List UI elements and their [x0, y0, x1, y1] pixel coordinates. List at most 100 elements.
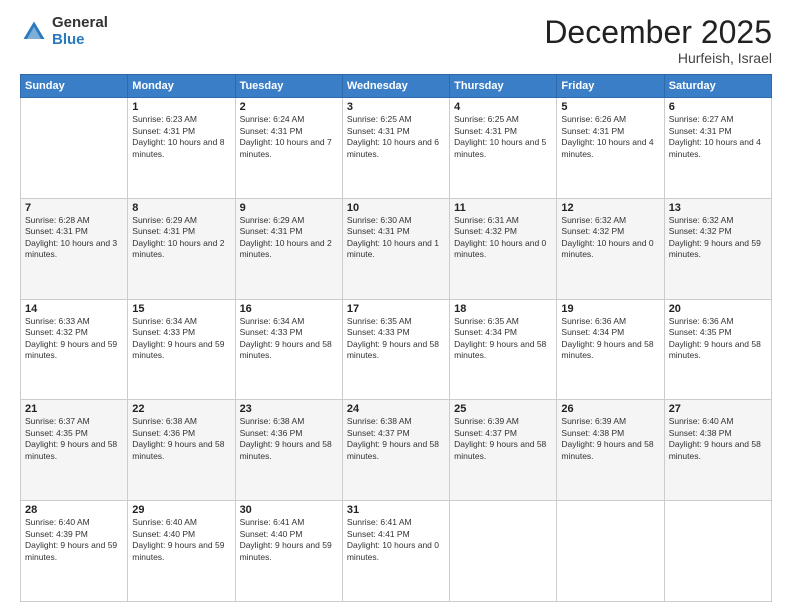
day-of-week-header: Thursday: [450, 75, 557, 98]
calendar-cell: 6Sunrise: 6:27 AM Sunset: 4:31 PM Daylig…: [664, 98, 771, 199]
day-number: 23: [240, 403, 338, 415]
day-detail: Sunrise: 6:26 AM Sunset: 4:31 PM Dayligh…: [561, 114, 659, 160]
calendar-cell: 7Sunrise: 6:28 AM Sunset: 4:31 PM Daylig…: [21, 198, 128, 299]
day-detail: Sunrise: 6:38 AM Sunset: 4:37 PM Dayligh…: [347, 416, 445, 462]
day-detail: Sunrise: 6:25 AM Sunset: 4:31 PM Dayligh…: [454, 114, 552, 160]
day-number: 13: [669, 202, 767, 214]
day-detail: Sunrise: 6:35 AM Sunset: 4:34 PM Dayligh…: [454, 316, 552, 362]
calendar-header-row: SundayMondayTuesdayWednesdayThursdayFrid…: [21, 75, 772, 98]
day-detail: Sunrise: 6:31 AM Sunset: 4:32 PM Dayligh…: [454, 215, 552, 261]
day-detail: Sunrise: 6:29 AM Sunset: 4:31 PM Dayligh…: [240, 215, 338, 261]
day-detail: Sunrise: 6:32 AM Sunset: 4:32 PM Dayligh…: [561, 215, 659, 261]
day-number: 20: [669, 303, 767, 315]
day-detail: Sunrise: 6:40 AM Sunset: 4:39 PM Dayligh…: [25, 517, 123, 563]
day-number: 22: [132, 403, 230, 415]
day-of-week-header: Tuesday: [235, 75, 342, 98]
calendar-cell: 23Sunrise: 6:38 AM Sunset: 4:36 PM Dayli…: [235, 400, 342, 501]
day-detail: Sunrise: 6:27 AM Sunset: 4:31 PM Dayligh…: [669, 114, 767, 160]
calendar-cell: 17Sunrise: 6:35 AM Sunset: 4:33 PM Dayli…: [342, 299, 449, 400]
day-number: 14: [25, 303, 123, 315]
calendar-cell: 21Sunrise: 6:37 AM Sunset: 4:35 PM Dayli…: [21, 400, 128, 501]
calendar-cell: 15Sunrise: 6:34 AM Sunset: 4:33 PM Dayli…: [128, 299, 235, 400]
calendar-cell: 8Sunrise: 6:29 AM Sunset: 4:31 PM Daylig…: [128, 198, 235, 299]
calendar-cell: 28Sunrise: 6:40 AM Sunset: 4:39 PM Dayli…: [21, 501, 128, 602]
calendar-cell: [21, 98, 128, 199]
day-number: 24: [347, 403, 445, 415]
calendar-cell: 14Sunrise: 6:33 AM Sunset: 4:32 PM Dayli…: [21, 299, 128, 400]
calendar-cell: [450, 501, 557, 602]
calendar-cell: 3Sunrise: 6:25 AM Sunset: 4:31 PM Daylig…: [342, 98, 449, 199]
day-detail: Sunrise: 6:25 AM Sunset: 4:31 PM Dayligh…: [347, 114, 445, 160]
day-number: 6: [669, 101, 767, 113]
day-detail: Sunrise: 6:34 AM Sunset: 4:33 PM Dayligh…: [240, 316, 338, 362]
day-detail: Sunrise: 6:39 AM Sunset: 4:37 PM Dayligh…: [454, 416, 552, 462]
day-detail: Sunrise: 6:38 AM Sunset: 4:36 PM Dayligh…: [132, 416, 230, 462]
calendar-cell: 19Sunrise: 6:36 AM Sunset: 4:34 PM Dayli…: [557, 299, 664, 400]
day-detail: Sunrise: 6:33 AM Sunset: 4:32 PM Dayligh…: [25, 316, 123, 362]
day-detail: Sunrise: 6:29 AM Sunset: 4:31 PM Dayligh…: [132, 215, 230, 261]
day-detail: Sunrise: 6:30 AM Sunset: 4:31 PM Dayligh…: [347, 215, 445, 261]
calendar-cell: 29Sunrise: 6:40 AM Sunset: 4:40 PM Dayli…: [128, 501, 235, 602]
day-detail: Sunrise: 6:24 AM Sunset: 4:31 PM Dayligh…: [240, 114, 338, 160]
logo-text: General Blue: [52, 15, 108, 48]
day-number: 21: [25, 403, 123, 415]
calendar-cell: 18Sunrise: 6:35 AM Sunset: 4:34 PM Dayli…: [450, 299, 557, 400]
day-number: 4: [454, 101, 552, 113]
day-number: 9: [240, 202, 338, 214]
day-number: 3: [347, 101, 445, 113]
day-number: 16: [240, 303, 338, 315]
day-number: 19: [561, 303, 659, 315]
calendar-cell: 13Sunrise: 6:32 AM Sunset: 4:32 PM Dayli…: [664, 198, 771, 299]
day-number: 31: [347, 504, 445, 516]
day-detail: Sunrise: 6:40 AM Sunset: 4:40 PM Dayligh…: [132, 517, 230, 563]
calendar-cell: 26Sunrise: 6:39 AM Sunset: 4:38 PM Dayli…: [557, 400, 664, 501]
day-detail: Sunrise: 6:34 AM Sunset: 4:33 PM Dayligh…: [132, 316, 230, 362]
day-number: 29: [132, 504, 230, 516]
day-number: 7: [25, 202, 123, 214]
day-number: 11: [454, 202, 552, 214]
header-right: December 2025 Hurfeish, Israel: [544, 15, 772, 66]
calendar-cell: 22Sunrise: 6:38 AM Sunset: 4:36 PM Dayli…: [128, 400, 235, 501]
calendar-cell: 2Sunrise: 6:24 AM Sunset: 4:31 PM Daylig…: [235, 98, 342, 199]
day-number: 17: [347, 303, 445, 315]
calendar-cell: 9Sunrise: 6:29 AM Sunset: 4:31 PM Daylig…: [235, 198, 342, 299]
logo: General Blue: [20, 15, 108, 48]
calendar-cell: 11Sunrise: 6:31 AM Sunset: 4:32 PM Dayli…: [450, 198, 557, 299]
day-of-week-header: Saturday: [664, 75, 771, 98]
day-number: 18: [454, 303, 552, 315]
calendar-cell: 20Sunrise: 6:36 AM Sunset: 4:35 PM Dayli…: [664, 299, 771, 400]
day-number: 28: [25, 504, 123, 516]
location: Hurfeish, Israel: [544, 50, 772, 66]
day-detail: Sunrise: 6:37 AM Sunset: 4:35 PM Dayligh…: [25, 416, 123, 462]
day-number: 5: [561, 101, 659, 113]
day-detail: Sunrise: 6:32 AM Sunset: 4:32 PM Dayligh…: [669, 215, 767, 261]
day-detail: Sunrise: 6:23 AM Sunset: 4:31 PM Dayligh…: [132, 114, 230, 160]
calendar-cell: 12Sunrise: 6:32 AM Sunset: 4:32 PM Dayli…: [557, 198, 664, 299]
day-of-week-header: Monday: [128, 75, 235, 98]
day-number: 1: [132, 101, 230, 113]
calendar-cell: 5Sunrise: 6:26 AM Sunset: 4:31 PM Daylig…: [557, 98, 664, 199]
day-number: 12: [561, 202, 659, 214]
calendar-week-row: 7Sunrise: 6:28 AM Sunset: 4:31 PM Daylig…: [21, 198, 772, 299]
calendar-cell: 10Sunrise: 6:30 AM Sunset: 4:31 PM Dayli…: [342, 198, 449, 299]
day-detail: Sunrise: 6:36 AM Sunset: 4:35 PM Dayligh…: [669, 316, 767, 362]
page: General Blue December 2025 Hurfeish, Isr…: [0, 0, 792, 612]
calendar-table: SundayMondayTuesdayWednesdayThursdayFrid…: [20, 74, 772, 602]
day-number: 8: [132, 202, 230, 214]
calendar-cell: 30Sunrise: 6:41 AM Sunset: 4:40 PM Dayli…: [235, 501, 342, 602]
day-number: 25: [454, 403, 552, 415]
day-detail: Sunrise: 6:38 AM Sunset: 4:36 PM Dayligh…: [240, 416, 338, 462]
logo-blue-text: Blue: [52, 32, 108, 49]
day-detail: Sunrise: 6:41 AM Sunset: 4:41 PM Dayligh…: [347, 517, 445, 563]
day-number: 27: [669, 403, 767, 415]
day-number: 2: [240, 101, 338, 113]
calendar-cell: 1Sunrise: 6:23 AM Sunset: 4:31 PM Daylig…: [128, 98, 235, 199]
day-of-week-header: Sunday: [21, 75, 128, 98]
calendar-cell: 25Sunrise: 6:39 AM Sunset: 4:37 PM Dayli…: [450, 400, 557, 501]
day-of-week-header: Wednesday: [342, 75, 449, 98]
day-of-week-header: Friday: [557, 75, 664, 98]
day-number: 10: [347, 202, 445, 214]
calendar-cell: 27Sunrise: 6:40 AM Sunset: 4:38 PM Dayli…: [664, 400, 771, 501]
calendar-cell: 16Sunrise: 6:34 AM Sunset: 4:33 PM Dayli…: [235, 299, 342, 400]
day-detail: Sunrise: 6:28 AM Sunset: 4:31 PM Dayligh…: [25, 215, 123, 261]
